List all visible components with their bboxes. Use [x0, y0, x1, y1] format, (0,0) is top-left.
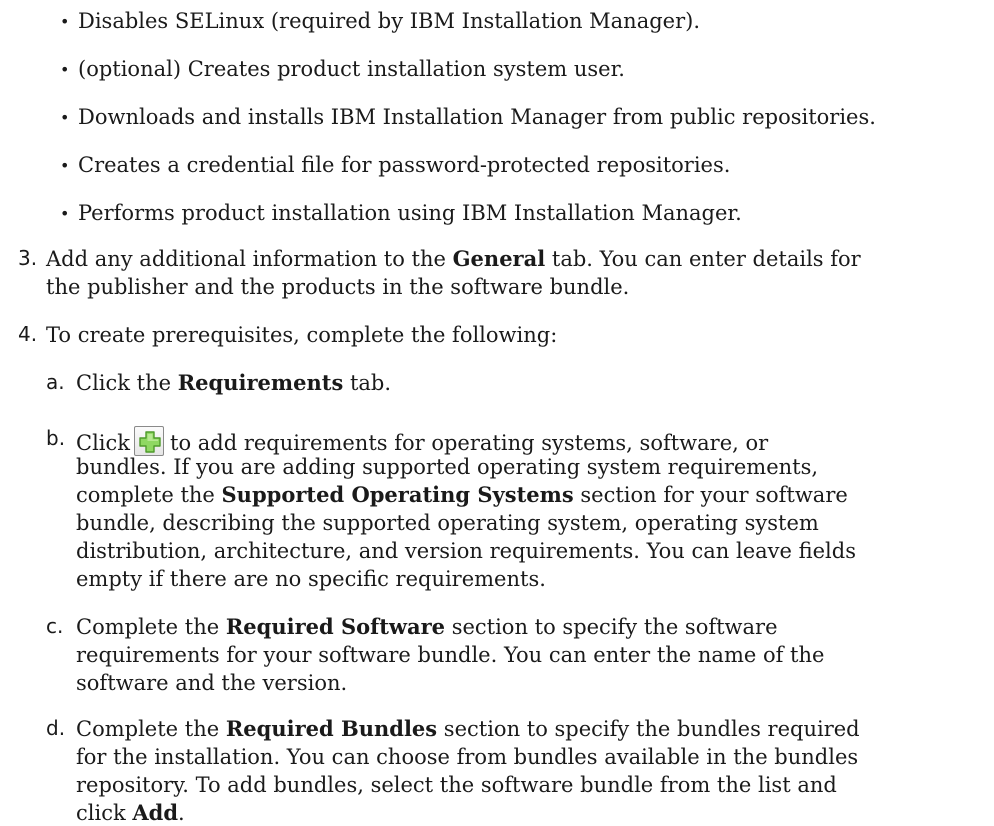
supported-os-label: Supported Operating Systems: [221, 482, 574, 507]
bullet-item-5: Performs product installation using IBM …: [78, 201, 742, 225]
bullet-item-4: Creates a credential file for password-p…: [78, 153, 731, 177]
substep-c-label: c.: [46, 614, 64, 638]
general-tab-label: General: [452, 246, 546, 271]
substep-a-text: Click the Requirements tab.: [76, 370, 392, 395]
bullet-marker: •: [60, 12, 70, 31]
substep-a-label: a.: [46, 370, 65, 394]
substep-d-text: Complete the Required Bundles section to…: [76, 716, 860, 741]
bullet-item-2: (optional) Creates product installation …: [78, 57, 625, 81]
document-page: • Disables SELinux (required by IBM Inst…: [0, 0, 994, 825]
bullet-marker: •: [60, 156, 70, 175]
substep-c-line3: software and the version.: [76, 671, 348, 695]
required-bundles-label: Required Bundles: [225, 716, 438, 741]
bullet-marker: •: [60, 204, 70, 223]
step-3-number: 3.: [18, 246, 38, 270]
step-4-number: 4.: [18, 322, 38, 346]
substep-d-line4: click Add.: [76, 800, 185, 825]
substep-c-line2: requirements for your software bundle. Y…: [76, 643, 825, 667]
substep-d-line2: for the installation. You can choose fro…: [76, 745, 859, 769]
substep-d-label: d.: [46, 716, 66, 740]
requirements-tab-label: Requirements: [177, 370, 344, 395]
substep-b-line4: bundle, describing the supported operati…: [76, 511, 819, 535]
bullet-item-1: Disables SELinux (required by IBM Instal…: [78, 9, 701, 33]
step-3-text: Add any additional information to the Ge…: [46, 246, 861, 271]
step-3-text-line2: the publisher and the products in the so…: [46, 275, 630, 299]
substep-b-line5: distribution, architecture, and version …: [76, 539, 856, 563]
substep-b-text: Click to add requirements for operating s…: [76, 426, 768, 456]
add-plus-icon: [134, 426, 164, 456]
step-4-text: To create prerequisites, complete the fo…: [46, 323, 558, 347]
substep-b-line2: bundles. If you are adding supported ope…: [76, 455, 819, 479]
bullet-marker: •: [60, 60, 70, 79]
substep-d-line3: repository. To add bundles, select the s…: [76, 773, 837, 797]
bullet-marker: •: [60, 108, 70, 127]
substep-b-line6: empty if there are no specific requireme…: [76, 567, 546, 591]
add-label: Add: [132, 800, 179, 825]
substep-b-label: b.: [46, 426, 66, 450]
required-software-label: Required Software: [225, 614, 446, 639]
substep-b-line3: complete the Supported Operating Systems…: [76, 482, 848, 507]
bullet-item-3: Downloads and installs IBM Installation …: [78, 105, 876, 129]
substep-c-text: Complete the Required Software section t…: [76, 614, 778, 639]
